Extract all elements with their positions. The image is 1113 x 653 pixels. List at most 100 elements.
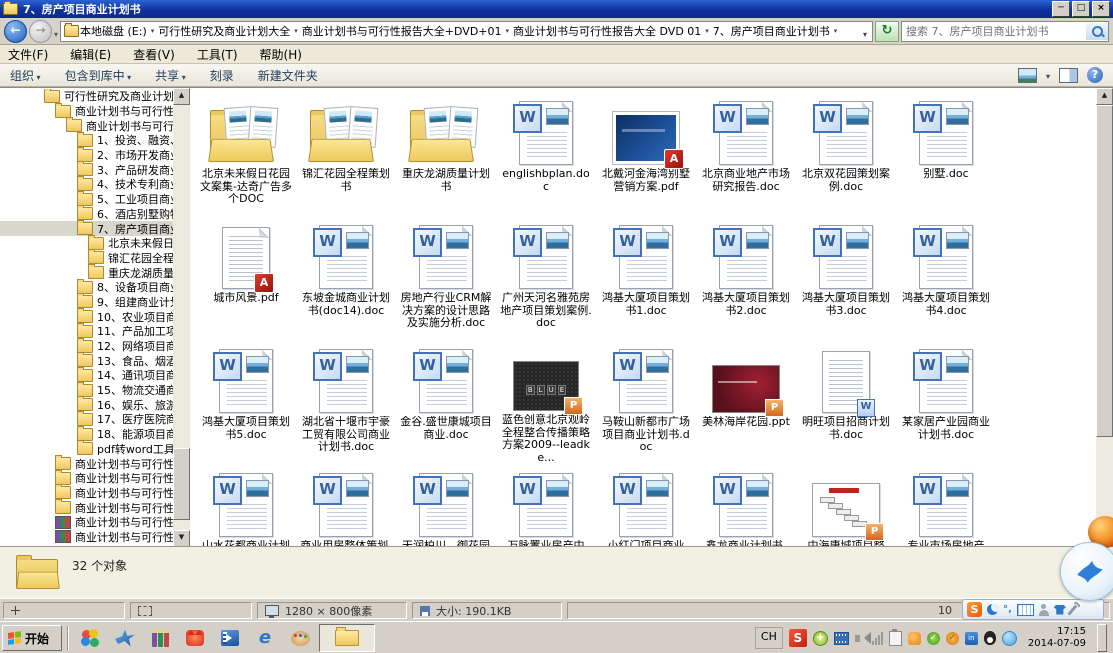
file-item[interactable]: A城市风景.pdf	[196, 215, 296, 339]
sidebar-item[interactable]: 6、酒店别墅购物中	[0, 207, 173, 222]
file-item[interactable]: W北京双花园策划案例.doc	[796, 91, 896, 215]
file-item[interactable]: W明旺项目招商计划书.doc	[796, 339, 896, 463]
back-button[interactable]	[4, 20, 27, 43]
bluebird-icon[interactable]	[109, 625, 141, 651]
chevron-icon[interactable]: ▾	[503, 27, 513, 35]
file-item[interactable]: W鸿基大厦项目策划书2.doc	[696, 215, 796, 339]
speaker-icon[interactable]	[855, 635, 866, 642]
mediaplayer-icon[interactable]	[214, 625, 246, 651]
search-input[interactable]	[902, 25, 1086, 38]
sidebar-item[interactable]: 商业计划书与可行性	[0, 118, 173, 133]
file-item[interactable]: P中海康城项目整	[796, 463, 896, 547]
start-button[interactable]: 开始	[2, 625, 62, 651]
chevron-icon[interactable]: ▾	[702, 27, 712, 35]
sidebar-item[interactable]: 7、房产项目商业计	[0, 221, 173, 236]
account-icon[interactable]	[1039, 604, 1049, 616]
file-item[interactable]: W山水花都商业计划书.doc	[196, 463, 296, 547]
clipboard-icon[interactable]	[889, 631, 902, 646]
sidebar-item[interactable]: 16、娱乐、旅游服	[0, 397, 173, 412]
wangwang-icon[interactable]	[908, 632, 921, 645]
settings-wrench-icon[interactable]	[1067, 604, 1077, 615]
file-item[interactable]: A北戴河金海湾别墅营销方案.pdf	[596, 91, 696, 215]
sidebar-item[interactable]: 2、市场开发商业计	[0, 148, 173, 163]
file-item[interactable]: W广州天河名雅苑房地产项目策划案例.doc	[496, 215, 596, 339]
forward-button[interactable]	[29, 20, 52, 43]
language-indicator[interactable]: CH	[755, 627, 783, 649]
sidebar-item[interactable]: 可行性研究及商业计划大	[0, 89, 173, 104]
sidebar-scrollbar[interactable]	[173, 88, 190, 547]
clock[interactable]: 17:15 2014-07-09	[1028, 626, 1086, 650]
file-item[interactable]: W天润柏川、御花园假日广场宣传企划案.doc	[396, 463, 496, 547]
scroll-down-icon[interactable]	[173, 530, 190, 547]
views-dropdown-icon[interactable]	[1046, 68, 1050, 82]
fox-icon[interactable]: ✓	[946, 632, 959, 645]
signal-icon[interactable]	[872, 632, 883, 645]
breadcrumb-segment[interactable]: 商业计划书与可行性报告大全 DVD 01	[512, 23, 702, 39]
globe-icon[interactable]	[1002, 631, 1017, 646]
menu-item[interactable]: 帮助(H)	[260, 46, 302, 63]
scroll-up-icon[interactable]	[173, 88, 190, 105]
file-list-scrollbar[interactable]	[1096, 88, 1113, 547]
file-item[interactable]: W马鞍山新都市广场项目商业计划书.doc	[596, 339, 696, 463]
file-item[interactable]: W小红门项目商业	[596, 463, 696, 547]
mode-moon-icon[interactable]	[987, 604, 998, 615]
file-item[interactable]: W商业用房整体策划.doc	[296, 463, 396, 547]
file-item[interactable]: Wenglishbplan.doc	[496, 91, 596, 215]
toolbar-button[interactable]: 新建文件夹	[258, 67, 318, 84]
file-item[interactable]: W鑫龙商业计划书.	[696, 463, 796, 547]
sidebar-item[interactable]: 商业计划书与可行性报	[0, 471, 173, 486]
sidebar-item[interactable]: 4、技术专利商业计	[0, 177, 173, 192]
sidebar-item[interactable]: 13、食品、烟酒、	[0, 353, 173, 368]
search-button[interactable]	[1086, 23, 1108, 40]
sidebar-item[interactable]: 北京未来假日花	[0, 236, 173, 251]
scrollbar-thumb[interactable]	[1096, 105, 1113, 437]
ie-icon[interactable]: e	[249, 625, 281, 651]
file-item[interactable]: BLUEP蓝色创意北京观岭全程整合传播策略方案2009--leadke...	[496, 339, 596, 463]
file-item[interactable]: W东坡金城商业计划书(doc14).doc	[296, 215, 396, 339]
breadcrumb-segment[interactable]: 商业计划书与可行性报告大全+DVD+01	[301, 23, 503, 39]
file-item[interactable]: W鸿基大厦项目策划书1.doc	[596, 215, 696, 339]
file-item[interactable]: 北京未来假日花园文案集-达奇广告多个DOC	[196, 91, 296, 215]
help-icon[interactable]: ?	[1087, 67, 1103, 83]
sidebar-item[interactable]: 10、农业项目商业	[0, 309, 173, 324]
sidebar-item[interactable]: 商业计划书与可行性报	[0, 500, 173, 515]
scrollbar-thumb[interactable]	[173, 448, 190, 520]
sidebar-item[interactable]: 重庆龙湖质量计	[0, 265, 173, 280]
sidebar-item[interactable]: 15、物流交通商业	[0, 383, 173, 398]
sidebar-item[interactable]: 5、工业项目商业计	[0, 192, 173, 207]
sidebar-item[interactable]: pdf转word工具	[0, 442, 173, 457]
search-box[interactable]	[901, 21, 1109, 42]
sidebar-item[interactable]: 17、医疗医院商业	[0, 412, 173, 427]
recent-pages-dropdown[interactable]	[54, 22, 58, 41]
close-button[interactable]: ×	[1092, 1, 1110, 17]
file-item[interactable]: 锦汇花园全程策划书	[296, 91, 396, 215]
winrar-icon[interactable]	[144, 625, 176, 651]
file-item[interactable]: W湖北省十堰市宇豪工贸有限公司商业计划书.doc	[296, 339, 396, 463]
soft-keyboard-icon[interactable]	[1017, 604, 1034, 616]
sogou-logo-icon[interactable]: S	[967, 602, 982, 617]
sidebar-item[interactable]: 3、产品研发商业计	[0, 162, 173, 177]
file-item[interactable]: 重庆龙湖质量计划书	[396, 91, 496, 215]
taskbar-active-window[interactable]	[319, 624, 375, 652]
file-item[interactable]: W专业市场房地产	[896, 463, 996, 547]
file-item[interactable]: W房地产行业CRM解决方案的设计思路及实施分析.doc	[396, 215, 496, 339]
address-bar[interactable]: 本地磁盘 (E:)▾可行性研究及商业计划大全▾商业计划书与可行性报告大全+DVD…	[60, 21, 873, 42]
sidebar-item[interactable]: 1、投资、融资、创	[0, 133, 173, 148]
breadcrumb-segment[interactable]: 本地磁盘 (E:)	[79, 23, 148, 39]
menu-item[interactable]: 工具(T)	[197, 46, 238, 63]
file-item[interactable]: P美林海岸花园.ppt	[696, 339, 796, 463]
redcat-icon[interactable]	[179, 625, 211, 651]
scroll-up-icon[interactable]	[1096, 88, 1113, 105]
coin-icon[interactable]: +	[813, 631, 828, 646]
qq-icon[interactable]	[984, 631, 996, 645]
menu-item[interactable]: 编辑(E)	[70, 46, 111, 63]
views-icon[interactable]	[1018, 68, 1037, 83]
toolbar-button[interactable]: 共享	[155, 67, 186, 84]
maximize-button[interactable]: □	[1072, 1, 1090, 17]
file-item[interactable]: W别墅.doc	[896, 91, 996, 215]
toolbar-button[interactable]: 包含到库中	[65, 67, 132, 84]
sidebar-item[interactable]: 18、能源项目商业	[0, 427, 173, 442]
menu-item[interactable]: 查看(V)	[133, 46, 175, 63]
toolbar-button[interactable]: 组织	[10, 67, 41, 84]
refresh-button[interactable]	[875, 21, 899, 42]
